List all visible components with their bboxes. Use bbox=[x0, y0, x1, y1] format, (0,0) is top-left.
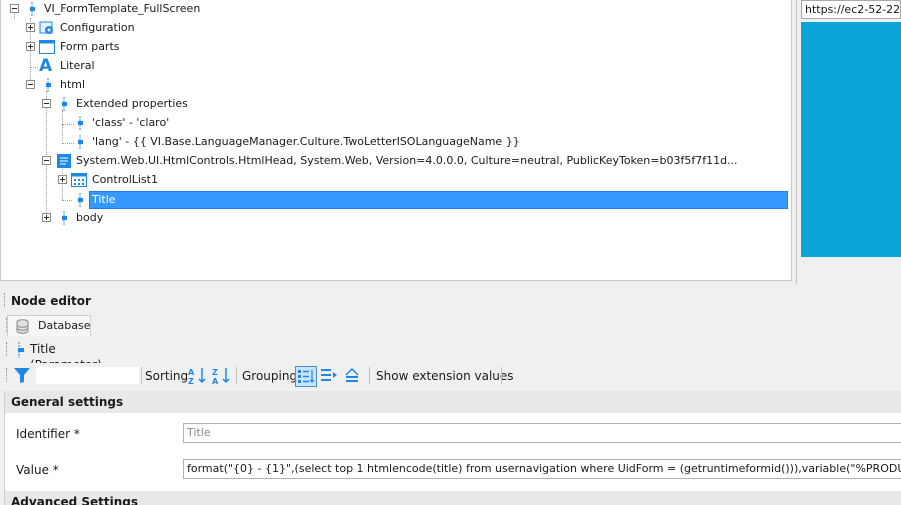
collapse-toggle[interactable] bbox=[10, 4, 19, 13]
group-by-category-button[interactable] bbox=[295, 366, 317, 387]
tree-node-form-parts[interactable]: Form parts bbox=[1, 38, 301, 56]
group-expand-icon bbox=[321, 369, 337, 381]
node-editor-title: Node editor bbox=[11, 294, 91, 308]
html-head-icon bbox=[57, 154, 71, 168]
toolbar-separator bbox=[236, 367, 237, 384]
tree-node-label: 'class' - 'claro' bbox=[92, 116, 170, 129]
group-list-icon bbox=[298, 370, 315, 383]
grouping-label: Grouping bbox=[242, 369, 298, 383]
tree-node-label: Extended properties bbox=[76, 97, 188, 110]
preview-area[interactable] bbox=[801, 22, 901, 257]
sort-ascending-button[interactable]: A Z bbox=[187, 366, 209, 387]
preview-url-field[interactable]: https://ec2-52-221- bbox=[801, 0, 901, 19]
value-label: Value * bbox=[16, 463, 59, 477]
parameter-node-icon bbox=[62, 97, 67, 111]
tree-node-html[interactable]: html bbox=[1, 76, 301, 94]
identifier-field[interactable]: Title bbox=[183, 423, 901, 443]
parameter-node-icon bbox=[30, 2, 35, 16]
group-collapse-button[interactable] bbox=[343, 366, 365, 387]
database-icon bbox=[16, 319, 29, 334]
parameter-node-icon bbox=[62, 211, 67, 225]
show-extension-values-button[interactable]: Show extension values bbox=[376, 368, 514, 384]
group-collapse-icon bbox=[345, 367, 359, 382]
tree-node-label: html bbox=[60, 78, 86, 91]
collapse-toggle[interactable] bbox=[26, 80, 35, 89]
svg-text:A: A bbox=[188, 368, 195, 377]
tree-node-configuration[interactable]: Configuration bbox=[1, 19, 301, 37]
filter-icon[interactable] bbox=[13, 367, 31, 384]
configuration-gear-icon bbox=[39, 21, 53, 34]
tree-view[interactable]: VI_FormTemplate_FullScreen Configuration… bbox=[0, 0, 792, 281]
collapse-toggle[interactable] bbox=[42, 156, 51, 165]
sort-descending-icon: Z A bbox=[212, 368, 230, 386]
tree-node-label: VI_FormTemplate_FullScreen bbox=[44, 2, 201, 15]
toolbar-separator bbox=[141, 367, 142, 384]
expand-toggle[interactable] bbox=[26, 42, 35, 51]
tab-database[interactable]: Database bbox=[7, 315, 91, 336]
expand-toggle[interactable] bbox=[42, 213, 51, 222]
parameter-header: Title (Parameter) bbox=[5, 339, 120, 372]
form-window-icon bbox=[39, 40, 55, 54]
tree-node-title[interactable]: Title bbox=[1, 191, 791, 209]
svg-text:Z: Z bbox=[188, 377, 194, 385]
sorting-label: Sorting bbox=[145, 369, 189, 383]
control-list-icon bbox=[71, 173, 87, 187]
collapse-toggle[interactable] bbox=[42, 99, 51, 108]
toolbar-separator bbox=[501, 367, 502, 384]
toolbar-separator bbox=[369, 367, 370, 384]
tree-node-extended-properties[interactable]: Extended properties bbox=[1, 95, 301, 113]
tree-node-label: ControlList1 bbox=[92, 173, 158, 186]
parameter-node-icon bbox=[78, 193, 83, 207]
advanced-settings-header[interactable]: Advanced Settings bbox=[5, 491, 901, 505]
group-expand-button[interactable] bbox=[319, 366, 341, 387]
sort-descending-button[interactable]: Z A bbox=[211, 366, 233, 387]
tab-database-label: Database bbox=[38, 319, 91, 332]
svg-text:Z: Z bbox=[212, 368, 218, 377]
expand-toggle[interactable] bbox=[58, 175, 67, 184]
tree-node-class-attribute[interactable]: 'class' - 'claro' bbox=[1, 114, 301, 132]
general-settings-header[interactable]: General settings bbox=[5, 391, 901, 413]
tree-node-body[interactable]: body bbox=[1, 209, 301, 227]
identifier-label: Identifier * bbox=[16, 427, 80, 441]
property-grid: General settings Identifier * Title Valu… bbox=[4, 391, 901, 505]
literal-a-icon: A bbox=[39, 56, 53, 76]
parameter-node-icon bbox=[46, 78, 51, 92]
tree-node-root[interactable]: VI_FormTemplate_FullScreen bbox=[1, 0, 301, 18]
tree-node-label: Literal bbox=[60, 59, 95, 72]
tree-node-label: body bbox=[76, 211, 104, 224]
tree-node-label: Form parts bbox=[60, 40, 120, 53]
parameter-node-icon bbox=[78, 135, 83, 149]
drag-grip[interactable] bbox=[4, 293, 7, 307]
tree-node-lang-attribute[interactable]: 'lang' - {{ VI.Base.LanguageManager.Cult… bbox=[1, 133, 561, 151]
filter-input[interactable] bbox=[35, 366, 140, 385]
sort-ascending-icon: A Z bbox=[188, 368, 206, 386]
parameter-node-icon bbox=[78, 116, 83, 130]
svg-text:A: A bbox=[212, 377, 219, 385]
tree-node-label: System.Web.UI.HtmlControls.HtmlHead, Sys… bbox=[76, 154, 738, 167]
drag-grip[interactable] bbox=[6, 368, 9, 382]
value-field[interactable]: format("{0} - {1}",(select top 1 htmlenc… bbox=[183, 459, 901, 479]
tree-node-label: Configuration bbox=[60, 21, 135, 34]
expand-toggle[interactable] bbox=[26, 23, 35, 32]
tree-node-literal[interactable]: A Literal bbox=[1, 57, 301, 75]
tree-node-control-list[interactable]: ControlList1 bbox=[1, 171, 301, 189]
tree-node-label: 'lang' - {{ VI.Base.LanguageManager.Cult… bbox=[92, 135, 520, 148]
property-toolbar: Sorting A Z Z A Grouping Show extension … bbox=[5, 363, 901, 388]
tree-node-label: Title bbox=[92, 193, 116, 206]
parameter-node-icon bbox=[18, 342, 24, 358]
tree-node-html-head[interactable]: System.Web.UI.HtmlControls.HtmlHead, Sys… bbox=[1, 152, 791, 170]
